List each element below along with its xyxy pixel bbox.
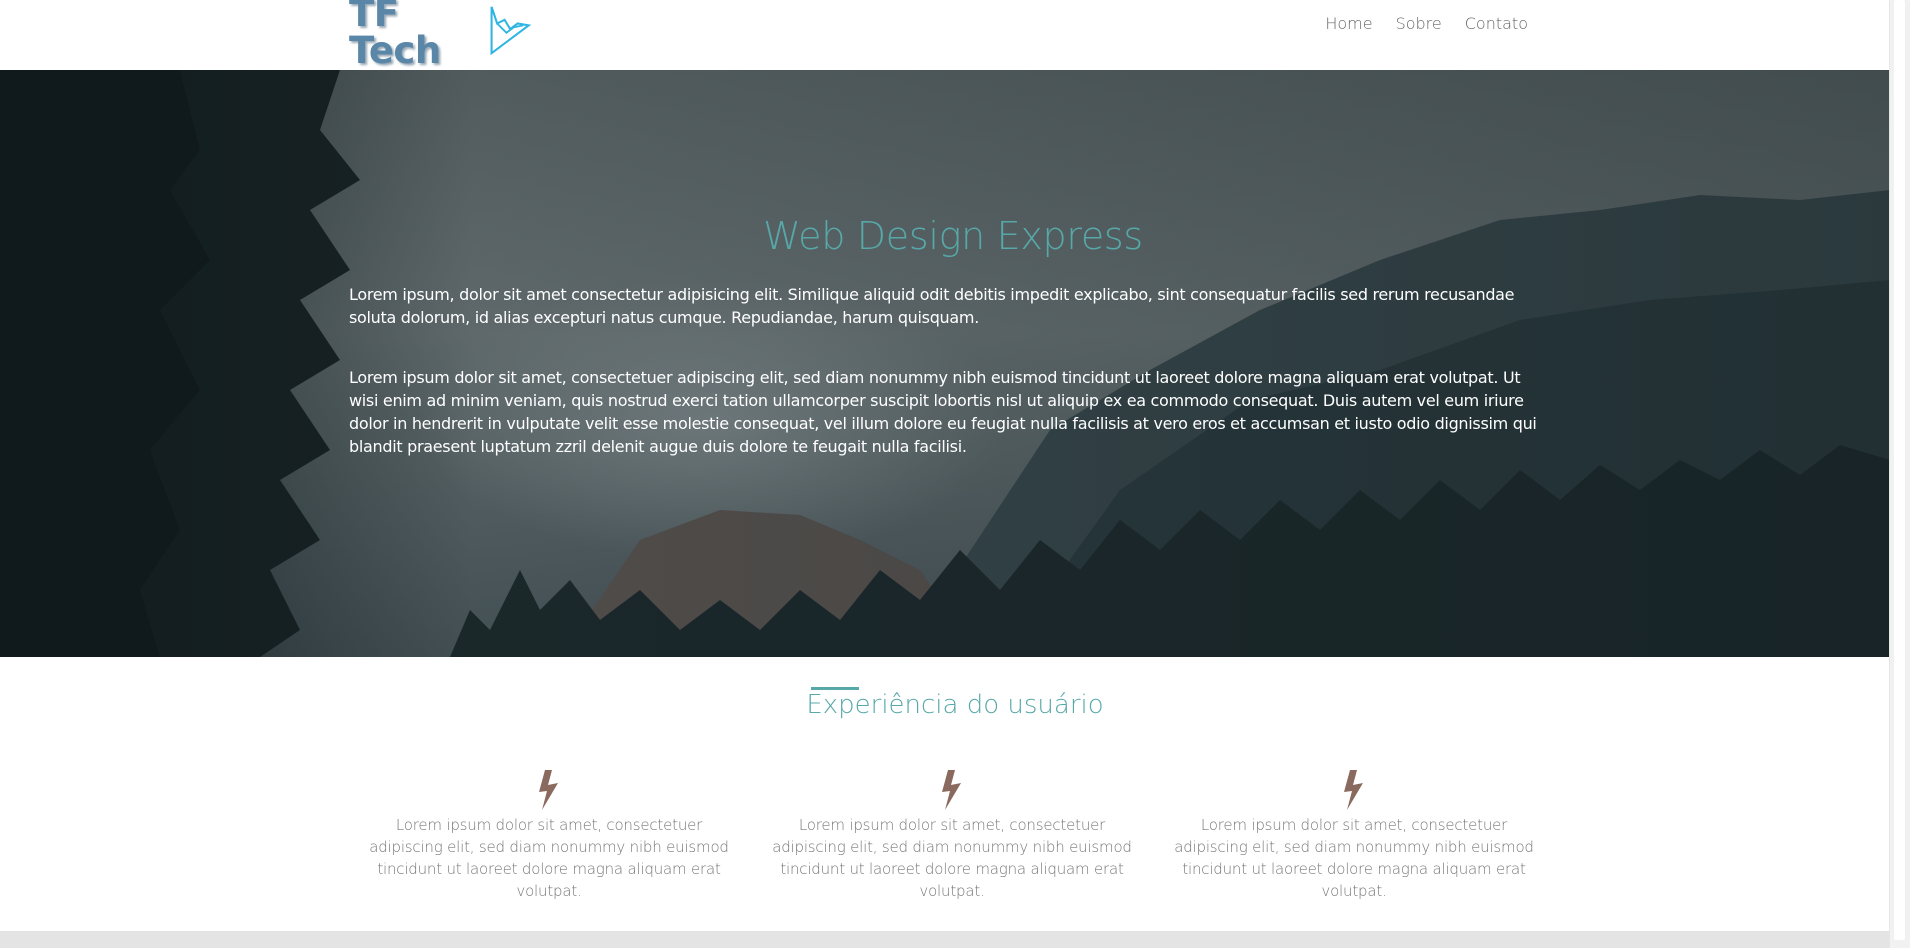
feature-card-1: Lorem ipsum dolor sit amet, consectetuer… bbox=[358, 770, 740, 902]
feature-text: Lorem ipsum dolor sit amet, consectetuer… bbox=[369, 816, 729, 900]
feature-card-2: Lorem ipsum dolor sit amet, consectetuer… bbox=[761, 770, 1143, 902]
hero-paragraph-1: Lorem ipsum, dolor sit amet consectetur … bbox=[349, 285, 1515, 327]
main-nav: Home Sobre Contato bbox=[1325, 14, 1528, 33]
logo-text: TF Tech bbox=[349, 0, 441, 72]
logo-mark-icon bbox=[490, 6, 531, 56]
hero-section: Web Design Express Lorem ipsum, dolor si… bbox=[0, 70, 1890, 657]
hero-paragraph-2: Lorem ipsum dolor sit amet, consectetuer… bbox=[349, 368, 1537, 456]
nav-sobre[interactable]: Sobre bbox=[1396, 14, 1442, 33]
lightning-bolt-icon bbox=[539, 770, 558, 810]
nav-home[interactable]: Home bbox=[1325, 14, 1372, 33]
lightning-bolt-icon bbox=[1344, 770, 1363, 810]
page-scrollbar[interactable] bbox=[1889, 0, 1910, 948]
hero-background-image bbox=[0, 70, 1890, 657]
feature-text: Lorem ipsum dolor sit amet, consectetuer… bbox=[772, 816, 1132, 900]
footer-strip bbox=[0, 931, 1890, 948]
site-logo[interactable]: TF Tech bbox=[349, 0, 534, 69]
features-section: Experiência do usuário Lorem ipsum dolor… bbox=[0, 657, 1890, 931]
feature-text: Lorem ipsum dolor sit amet, consectetuer… bbox=[1174, 816, 1534, 900]
page: TF Tech Home Sobre Contato Web Design Ex… bbox=[0, 0, 1910, 948]
features-title: Experiência do usuário bbox=[806, 690, 1104, 720]
feature-card-3: Lorem ipsum dolor sit amet, consectetuer… bbox=[1163, 770, 1545, 902]
site-header: TF Tech Home Sobre Contato bbox=[0, 0, 1890, 70]
hero-title: Web Design Express bbox=[763, 214, 1143, 258]
lightning-bolt-icon bbox=[942, 770, 961, 810]
nav-contato[interactable]: Contato bbox=[1465, 14, 1528, 33]
scrollbar-thumb[interactable] bbox=[1894, 0, 1905, 940]
